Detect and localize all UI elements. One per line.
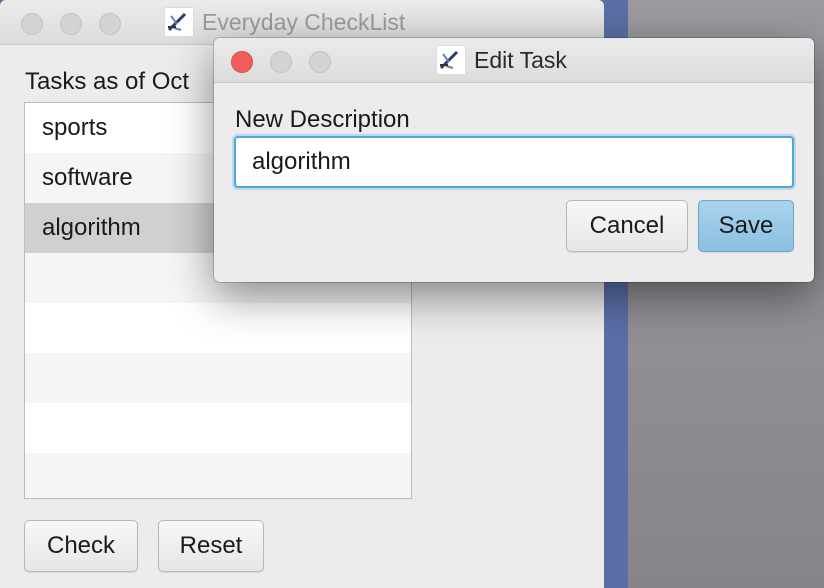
dialog-title-group: Edit Task [436,38,567,82]
close-icon[interactable] [21,13,43,35]
empty-row [25,353,411,403]
save-button[interactable]: Save [698,200,794,252]
tasks-date-label: Tasks as of Oct [25,68,190,95]
main-window-title: Everyday CheckList [202,8,406,35]
dialog-titlebar[interactable]: Edit Task [214,38,814,83]
dialog-title: Edit Task [474,46,567,73]
edit-task-dialog: Edit Task New Description algorithm Canc… [214,38,814,282]
new-description-label: New Description [235,106,410,133]
list-item-label: sports [42,114,108,141]
cancel-button[interactable]: Cancel [566,200,688,252]
app-icon [164,7,194,37]
zoom-icon[interactable] [99,13,121,35]
empty-row [25,403,411,453]
minimize-icon[interactable] [270,51,292,73]
close-icon[interactable] [231,51,253,73]
list-item-label: algorithm [42,214,141,241]
empty-row [25,303,411,353]
app-icon [436,45,466,75]
check-button[interactable]: Check [24,520,138,572]
list-item-label: software [42,164,133,191]
zoom-icon[interactable] [309,51,331,73]
minimize-icon[interactable] [60,13,82,35]
new-description-value: algorithm [252,148,351,175]
empty-row [25,453,411,498]
new-description-field[interactable]: algorithm [234,136,794,188]
reset-button[interactable]: Reset [158,520,264,572]
